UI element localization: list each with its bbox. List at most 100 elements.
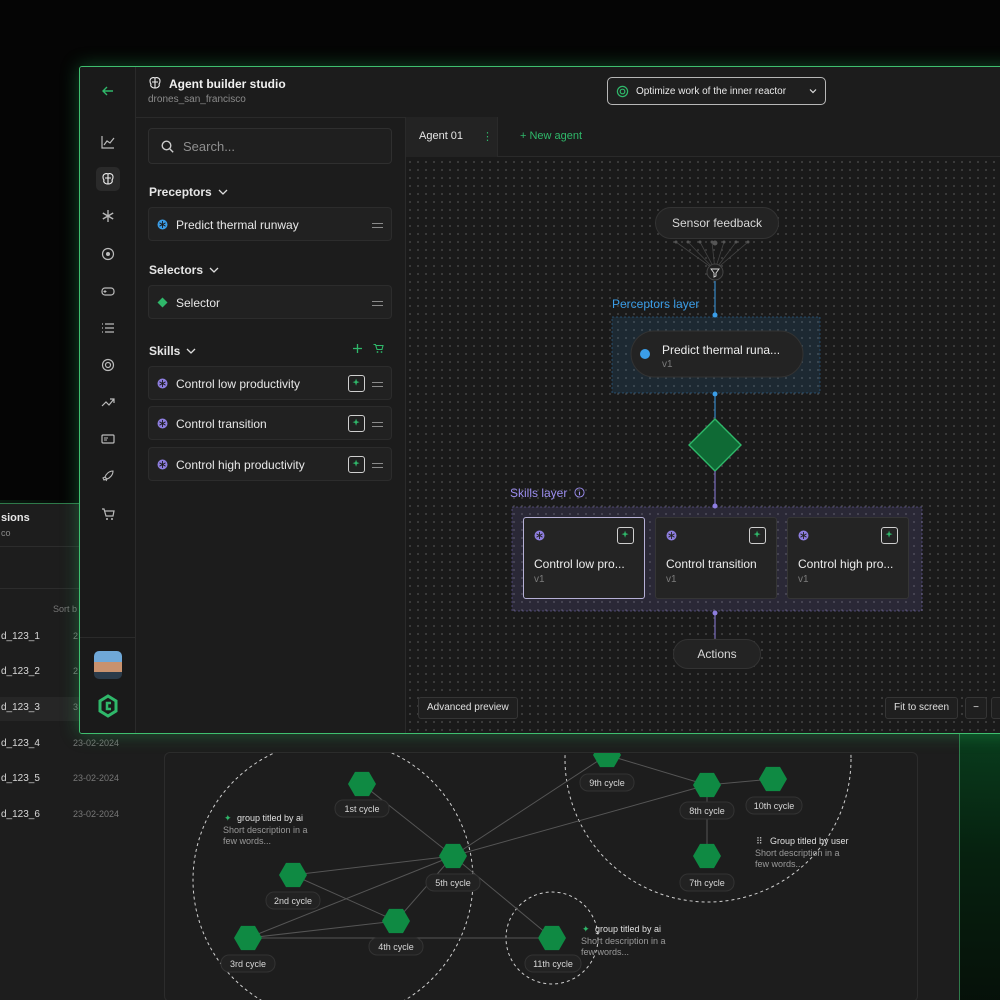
- ai-sparkle-icon[interactable]: [617, 527, 634, 544]
- cycle-node[interactable]: [693, 843, 721, 869]
- target-icon[interactable]: [96, 353, 120, 377]
- cycle-node[interactable]: [234, 925, 262, 951]
- table-row[interactable]: d_123_4 23-02-2024: [0, 733, 161, 757]
- avatar[interactable]: [94, 651, 122, 679]
- cart-icon[interactable]: [373, 343, 384, 354]
- group-title: group titled by ai: [237, 813, 303, 823]
- selectors-section-header[interactable]: Selectors: [149, 263, 219, 277]
- ai-sparkle-icon[interactable]: [348, 456, 365, 473]
- skill-item[interactable]: Control high productivity: [148, 447, 392, 481]
- group-description: few words...: [223, 836, 271, 846]
- drag-handle-icon[interactable]: [372, 382, 383, 387]
- zoom-in-button[interactable]: [991, 697, 1000, 719]
- skill-label: Control transition: [176, 417, 267, 431]
- skill-node-version: v1: [666, 574, 677, 585]
- cycle-graph-panel: 1st cycle 2nd cycle 3rd cycle 4th cycle …: [164, 752, 918, 1000]
- skills-layer-title: Skills layer: [510, 486, 568, 500]
- search-box[interactable]: [148, 128, 392, 164]
- sessions-subtitle: co: [1, 528, 11, 538]
- drag-handle-icon[interactable]: [372, 463, 383, 468]
- info-icon[interactable]: [574, 487, 585, 498]
- selector-item[interactable]: Selector: [148, 285, 392, 319]
- skill-node-high-productivity[interactable]: Control high pro... v1: [787, 517, 909, 599]
- session-date: 2: [73, 666, 79, 676]
- cycle-node[interactable]: [348, 771, 376, 797]
- cycle-node[interactable]: [693, 772, 721, 798]
- ai-sparkle-icon[interactable]: [749, 527, 766, 544]
- skill-icon: [666, 530, 677, 541]
- group-description: Short description in a: [755, 848, 840, 858]
- list-icon[interactable]: [96, 316, 120, 340]
- cart-icon[interactable]: [96, 502, 120, 526]
- skill-item[interactable]: Control transition: [148, 406, 392, 440]
- component-library-panel: Preceptors Predict thermal runway Select…: [136, 117, 406, 733]
- diamond-icon: [157, 297, 168, 308]
- screen: sions co Sort b d_123_1 2 d_123_2 2 d_12…: [0, 0, 1000, 1000]
- goal-selector[interactable]: Optimize work of the inner reactor: [607, 77, 826, 105]
- plus-icon[interactable]: [352, 343, 363, 354]
- preceptor-item[interactable]: Predict thermal runway: [148, 207, 392, 241]
- selector-diamond: [688, 418, 742, 472]
- actions-node[interactable]: Actions: [673, 639, 761, 669]
- ai-sparkle-icon[interactable]: [881, 527, 898, 544]
- session-id: d_123_1: [1, 631, 40, 642]
- session-id: d_123_5: [1, 773, 40, 784]
- drag-handle-icon[interactable]: [372, 301, 383, 306]
- skills-section-header[interactable]: Skills: [149, 344, 196, 358]
- advanced-preview-button[interactable]: Advanced preview: [418, 697, 518, 719]
- cycle-node[interactable]: [279, 862, 307, 888]
- node-label-3rd-cycle: 3rd cycle: [230, 959, 266, 969]
- sparkle-icon: ✦: [224, 813, 232, 823]
- divider: [80, 637, 136, 638]
- cycle-node[interactable]: [759, 766, 787, 792]
- sessions-title: sions: [1, 512, 30, 524]
- skill-item[interactable]: Control low productivity: [148, 366, 392, 400]
- back-arrow-icon[interactable]: [96, 79, 120, 103]
- skill-icon: [534, 530, 545, 541]
- gamepad-icon[interactable]: [96, 279, 120, 303]
- selector-label: Selector: [176, 296, 221, 310]
- drag-handle-icon[interactable]: [372, 422, 383, 427]
- aperture-icon[interactable]: [96, 242, 120, 266]
- rocket-icon[interactable]: [96, 464, 120, 488]
- skill-label: Control low productivity: [176, 377, 301, 391]
- fit-to-screen-button[interactable]: Fit to screen: [885, 697, 959, 719]
- brain-logo-icon: [149, 77, 161, 89]
- id-card-icon[interactable]: [96, 427, 120, 451]
- goal-selector-label: Optimize work of the inner reactor: [636, 85, 787, 97]
- search-input[interactable]: [183, 136, 383, 156]
- table-row[interactable]: d_123_6 23-02-2024: [0, 804, 161, 828]
- skill-node-low-productivity[interactable]: Control low pro... v1: [523, 517, 645, 599]
- sensor-feedback-node[interactable]: Sensor feedback: [655, 207, 779, 239]
- skill-icon: [157, 378, 168, 389]
- skill-node-label: Control transition: [666, 557, 757, 571]
- perceptor-node-label[interactable]: Predict thermal runa...: [662, 343, 780, 357]
- node-label-11th-cycle: 11th cycle: [533, 959, 573, 969]
- snowflake-icon[interactable]: [96, 204, 120, 228]
- session-date: 23-02-2024: [73, 773, 120, 783]
- brand-logo-icon[interactable]: [96, 694, 120, 718]
- brain-icon[interactable]: [96, 167, 120, 191]
- chart-icon[interactable]: [96, 130, 120, 154]
- group-title: Group titled by user: [770, 836, 849, 846]
- sort-label[interactable]: Sort b: [53, 604, 77, 614]
- skill-icon: [798, 530, 809, 541]
- zoom-out-button[interactable]: −: [965, 697, 987, 719]
- chevron-down-icon: [186, 348, 196, 354]
- more-vertical-icon[interactable]: ⋮: [482, 130, 493, 143]
- node-label-10th-cycle: 10th cycle: [754, 801, 795, 811]
- ai-sparkle-icon[interactable]: [348, 375, 365, 392]
- table-row[interactable]: d_123_5 23-02-2024: [0, 768, 161, 792]
- ai-sparkle-icon[interactable]: [348, 415, 365, 432]
- cycle-node[interactable]: [593, 753, 621, 768]
- agent-tab-bar: Agent 01 ⋮ + New agent: [406, 117, 1000, 157]
- preceptor-label: Predict thermal runway: [176, 218, 299, 232]
- preceptors-section-header[interactable]: Preceptors: [149, 185, 228, 199]
- cycle-node[interactable]: [382, 908, 410, 934]
- group-description: few words...: [581, 947, 629, 957]
- trend-up-icon[interactable]: [96, 390, 120, 414]
- skill-node-transition[interactable]: Control transition v1: [655, 517, 777, 599]
- tab-agent-01[interactable]: Agent 01 ⋮: [406, 117, 498, 157]
- drag-handle-icon[interactable]: [372, 223, 383, 228]
- new-agent-button[interactable]: + New agent: [520, 130, 582, 142]
